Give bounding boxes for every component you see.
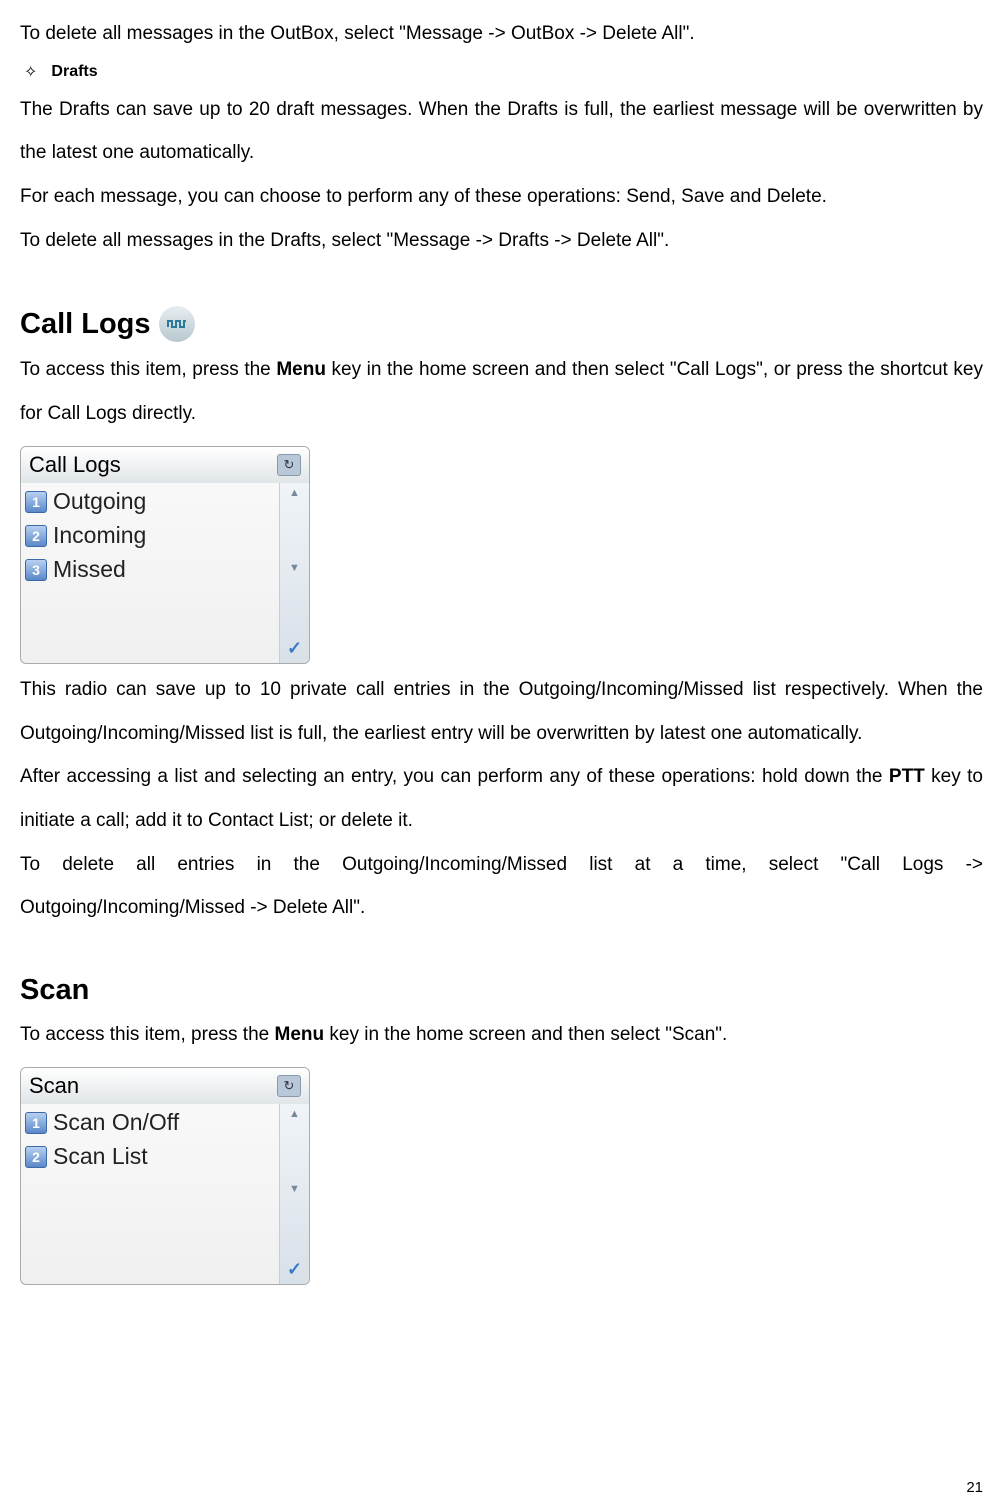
- list-item[interactable]: 1 Scan On/Off: [25, 1106, 275, 1140]
- item-label: Incoming: [53, 522, 146, 549]
- diamond-icon: ✧: [24, 62, 37, 82]
- ptt-key-bold: PTT: [889, 766, 925, 787]
- scan-heading-text: Scan: [20, 974, 89, 1007]
- calllogs-screen: Call Logs ↻ 1 Outgoing 2 Incoming 3 Miss…: [20, 446, 310, 664]
- screen-header: Call Logs ↻: [21, 447, 309, 483]
- screen-header: Scan ↻: [21, 1068, 309, 1104]
- list-item[interactable]: 2 Incoming: [25, 519, 275, 553]
- item-number: 2: [25, 1146, 47, 1168]
- screen-sidebar: ▲ ▼ ✓: [279, 483, 309, 663]
- list-item[interactable]: 1 Outgoing: [25, 485, 275, 519]
- check-icon[interactable]: ✓: [287, 638, 302, 659]
- screen-list: 1 Scan On/Off 2 Scan List: [21, 1104, 279, 1284]
- scan-intro-before: To access this item, press the: [20, 1024, 275, 1045]
- page-number: 21: [966, 1479, 983, 1496]
- screen-title: Scan: [29, 1073, 79, 1099]
- scan-intro-after: key in the home screen and then select "…: [324, 1024, 727, 1045]
- item-number: 3: [25, 559, 47, 581]
- check-icon[interactable]: ✓: [287, 1259, 302, 1280]
- list-item[interactable]: 3 Missed: [25, 553, 275, 587]
- calllogs-p3-line2: Outgoing/Incoming/Missed -> Delete All".: [20, 886, 983, 930]
- item-label: Missed: [53, 556, 126, 583]
- calllogs-p2-before: After accessing a list and selecting an …: [20, 766, 889, 787]
- outbox-delete-text: To delete all messages in the OutBox, se…: [20, 12, 983, 56]
- calllogs-p3-line1: To delete all entries in the Outgoing/In…: [20, 843, 983, 887]
- item-number: 2: [25, 525, 47, 547]
- scan-screen: Scan ↻ 1 Scan On/Off 2 Scan List ▲ ▼ ✓: [20, 1067, 310, 1285]
- drafts-p1: The Drafts can save up to 20 draft messa…: [20, 88, 983, 175]
- menu-key-bold-2: Menu: [275, 1024, 325, 1045]
- calllogs-heading: Call Logs: [20, 306, 983, 342]
- drafts-p2: For each message, you can choose to perf…: [20, 175, 983, 219]
- screen-list: 1 Outgoing 2 Incoming 3 Missed: [21, 483, 279, 663]
- item-label: Scan List: [53, 1143, 148, 1170]
- screen-body: 1 Outgoing 2 Incoming 3 Missed ▲ ▼ ✓: [21, 483, 309, 663]
- chevron-down-icon[interactable]: ▼: [289, 562, 300, 574]
- chevron-up-icon[interactable]: ▲: [289, 487, 300, 499]
- chevron-up-icon[interactable]: ▲: [289, 1108, 300, 1120]
- calllogs-heading-text: Call Logs: [20, 308, 151, 341]
- refresh-icon[interactable]: ↻: [277, 1075, 301, 1097]
- item-number: 1: [25, 1112, 47, 1134]
- item-number: 1: [25, 491, 47, 513]
- calllogs-p1: This radio can save up to 10 private cal…: [20, 668, 983, 755]
- screen-sidebar: ▲ ▼ ✓: [279, 1104, 309, 1284]
- calllogs-icon: [159, 306, 195, 342]
- scan-intro: To access this item, press the Menu key …: [20, 1013, 983, 1057]
- screen-title: Call Logs: [29, 452, 121, 478]
- item-label: Outgoing: [53, 488, 146, 515]
- screen-body: 1 Scan On/Off 2 Scan List ▲ ▼ ✓: [21, 1104, 309, 1284]
- calllogs-p2: After accessing a list and selecting an …: [20, 755, 983, 842]
- drafts-p3: To delete all messages in the Drafts, se…: [20, 219, 983, 263]
- chevron-down-icon[interactable]: ▼: [289, 1183, 300, 1195]
- item-label: Scan On/Off: [53, 1109, 179, 1136]
- calllogs-intro: To access this item, press the Menu key …: [20, 348, 983, 435]
- scan-heading: Scan: [20, 974, 983, 1007]
- drafts-bullet: ✧ Drafts: [20, 62, 983, 82]
- refresh-icon[interactable]: ↻: [277, 454, 301, 476]
- calllogs-intro-before: To access this item, press the: [20, 359, 276, 380]
- list-item[interactable]: 2 Scan List: [25, 1140, 275, 1174]
- menu-key-bold: Menu: [276, 359, 326, 380]
- drafts-label: Drafts: [51, 63, 97, 81]
